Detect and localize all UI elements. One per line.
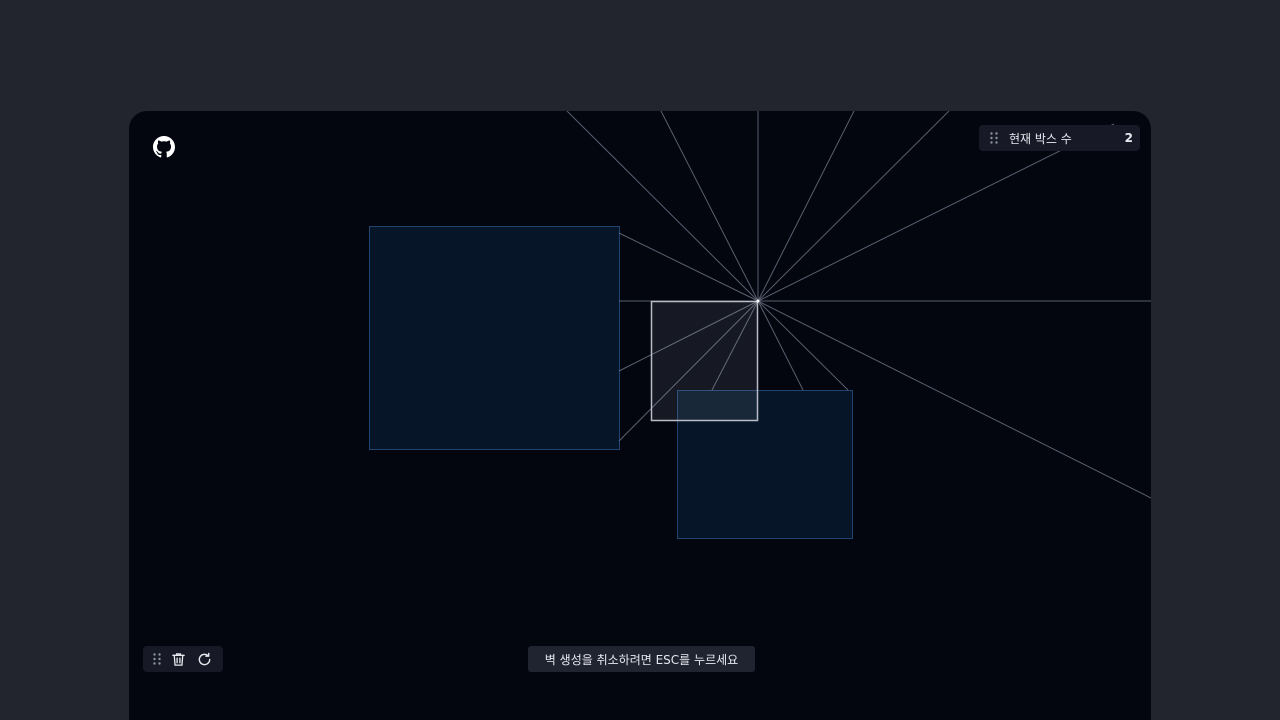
drag-handle-icon[interactable] [152,652,162,666]
canvas-area[interactable]: 현재 박스 수 2 벽 생성을 취소하려면 ESC를 누르세요 [129,111,1151,720]
box-count-panel: 현재 박스 수 2 [979,125,1140,151]
wall-box[interactable] [369,226,620,450]
drag-handle-icon[interactable] [989,131,999,145]
light-source[interactable] [756,299,760,303]
trash-icon [171,652,185,666]
box-count-value: 2 [1124,131,1133,145]
github-icon[interactable] [153,136,177,160]
tool-panel [143,646,223,672]
scene-canvas[interactable] [129,111,1151,720]
active-box-outline[interactable] [650,300,759,422]
reset-button[interactable] [194,649,214,669]
delete-button[interactable] [168,649,188,669]
esc-hint-toast: 벽 생성을 취소하려면 ESC를 누르세요 [528,646,755,672]
refresh-icon [198,652,210,665]
box-count-label: 현재 박스 수 [1009,131,1072,146]
esc-hint-text: 벽 생성을 취소하려면 ESC를 누르세요 [544,652,739,667]
